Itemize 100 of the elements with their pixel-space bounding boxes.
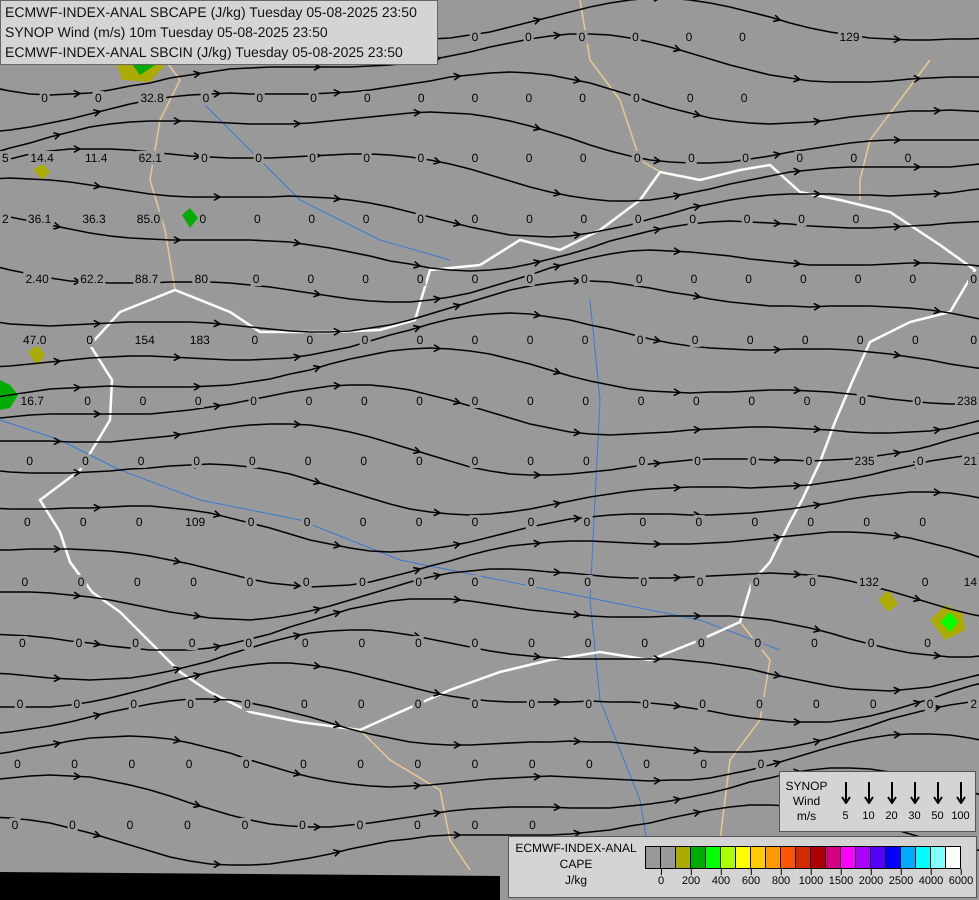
station-value: 0: [22, 514, 33, 529]
station-value: 0: [199, 151, 210, 166]
station-value: 0: [304, 333, 316, 347]
station-value: 0: [360, 272, 371, 286]
station-value: 0: [300, 636, 311, 650]
station-value: 0: [525, 394, 536, 408]
station-value: 0: [361, 151, 372, 166]
station-value: 0: [358, 394, 370, 408]
station-value: 0: [470, 30, 480, 44]
station-value: 0: [742, 212, 752, 226]
station-value: 0: [244, 575, 256, 590]
station-value: 0: [252, 212, 263, 226]
station-value: 0: [470, 636, 480, 650]
station-value: 0: [416, 151, 426, 166]
station-value: 0: [634, 333, 646, 347]
legend-label: SYNOP: [785, 779, 828, 794]
station-value: 0: [751, 575, 762, 590]
station-value: 0: [908, 272, 918, 286]
station-value: 0: [854, 333, 866, 347]
station-value: 0: [191, 454, 202, 468]
station-value: 0: [525, 454, 536, 468]
station-value: 0: [307, 151, 318, 166]
station-value: 0: [80, 454, 91, 468]
station-value: 88.7: [132, 272, 160, 286]
station-value: 0: [93, 90, 104, 105]
station-value: 0: [192, 394, 204, 408]
station-value: 0: [524, 212, 535, 226]
station-value: 0: [524, 272, 536, 286]
station-value: 0: [414, 454, 425, 468]
station-value: 0: [416, 90, 427, 105]
station-value: 0: [305, 272, 316, 286]
station-value: 0: [686, 151, 697, 166]
station-value: 0: [632, 212, 644, 226]
unit-label: J/kg: [564, 872, 587, 888]
station-value: 0: [691, 394, 702, 408]
station-value: 0: [744, 333, 756, 347]
speed-label: 5: [842, 810, 849, 822]
station-value: 0: [253, 151, 264, 166]
station-value: 0: [246, 514, 256, 529]
station-value: 0: [130, 636, 141, 650]
station-value: 47.0: [21, 333, 48, 347]
station-value: 0: [636, 394, 646, 408]
station-value: 14.4: [28, 151, 56, 166]
station-value: 0: [356, 636, 368, 650]
station-value: 0: [470, 696, 480, 711]
station-value: 0: [638, 575, 650, 590]
station-value: 0: [470, 151, 480, 166]
station-value: 0: [302, 514, 312, 529]
station-value: 0: [413, 636, 424, 650]
cape-area: [940, 612, 958, 632]
station-value: 109: [183, 514, 208, 529]
station-value: 0: [20, 575, 30, 590]
station-value: 0: [136, 454, 146, 468]
station-value: 0: [902, 151, 914, 166]
station-value: 2: [968, 696, 979, 711]
arrow-down-icon: [840, 782, 850, 804]
station-value: 0: [412, 757, 424, 772]
station-value: 0: [850, 212, 862, 226]
station-value: 0: [470, 212, 480, 226]
station-value: 0: [582, 575, 593, 590]
arrow-down-icon: [956, 782, 966, 804]
station-value: 0: [639, 636, 650, 650]
legend-label: m/s: [796, 809, 816, 824]
station-value: 0: [576, 30, 588, 44]
cape-area: [28, 344, 45, 366]
station-value: 0: [632, 151, 643, 166]
station-value: 235: [852, 454, 877, 468]
tick-label: 600: [742, 875, 760, 887]
station-value: 0: [524, 151, 534, 166]
station-value: 0: [922, 636, 933, 650]
station-value: 2: [0, 212, 11, 226]
station-value: 0: [684, 90, 696, 105]
station-value: 0: [866, 636, 876, 650]
speed-label: 100: [951, 810, 970, 822]
station-value: 0: [802, 394, 812, 408]
station-value: 0: [354, 818, 366, 832]
station-value: 0: [740, 151, 751, 166]
station-value: 0: [250, 333, 260, 347]
station-value: 0: [470, 575, 480, 590]
station-value: 0: [200, 90, 212, 105]
station-value: 0: [17, 636, 28, 650]
station-value: 0: [809, 636, 820, 650]
station-value: 0: [584, 757, 595, 772]
station-value: 0: [358, 454, 370, 468]
station-value: 0: [968, 333, 979, 347]
station-value: 0: [357, 575, 368, 590]
station-value: 0: [526, 575, 537, 590]
station-value: 0: [24, 454, 36, 468]
station-value: 132: [856, 575, 881, 590]
station-value: 5: [0, 151, 11, 166]
station-value: 0: [304, 394, 314, 408]
station-value: 0: [578, 151, 589, 166]
station-value: 0: [630, 30, 641, 44]
station-value: 0: [355, 757, 366, 772]
station-value: 0: [298, 757, 309, 772]
cape-area: [33, 163, 50, 180]
station-value: 0: [414, 272, 426, 286]
tick-label: 1000: [798, 875, 824, 887]
station-value: 0: [638, 514, 648, 529]
station-value: 0: [470, 514, 480, 529]
